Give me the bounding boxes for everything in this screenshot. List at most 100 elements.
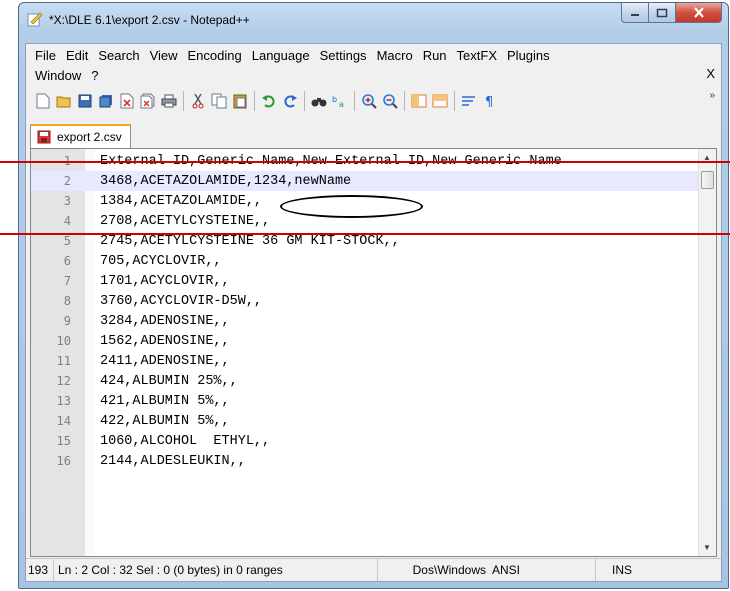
scrollbar-thumb[interactable] xyxy=(701,171,714,189)
menu-search[interactable]: Search xyxy=(93,48,144,63)
menu-edit[interactable]: Edit xyxy=(61,48,93,63)
editor-line[interactable]: 13 421,ALBUMIN 5%,, xyxy=(31,391,698,411)
find-icon[interactable] xyxy=(310,92,328,110)
title-bar[interactable]: *X:\DLE 6.1\export 2.csv - Notepad++ xyxy=(19,3,728,43)
menu-encoding[interactable]: Encoding xyxy=(183,48,247,63)
open-file-icon[interactable] xyxy=(55,92,73,110)
line-number: 3 xyxy=(63,194,71,208)
menu-help[interactable]: ? xyxy=(86,68,103,83)
line-text[interactable]: 3468,ACETAZOLAMIDE,1234,newName xyxy=(100,174,351,189)
close-document-menu-button[interactable]: X xyxy=(706,66,715,81)
menu-file[interactable]: File xyxy=(30,48,61,63)
sync-v-icon[interactable] xyxy=(410,92,428,110)
notepadpp-app-icon xyxy=(27,12,43,27)
status-position: Ln : 2 Col : 32 Sel : 0 (0 bytes) in 0 r… xyxy=(54,559,378,581)
line-text[interactable]: 424,ALBUMIN 25%,, xyxy=(100,374,238,389)
annotation-red-line-bottom xyxy=(0,233,730,235)
toolbar-separator xyxy=(304,91,305,111)
word-wrap-icon[interactable] xyxy=(460,92,478,110)
unsaved-file-icon xyxy=(37,130,51,144)
status-eol: Dos\Windows xyxy=(412,563,486,577)
editor-line[interactable]: 9 3284,ADENOSINE,, xyxy=(31,311,698,331)
line-text[interactable]: 2708,ACETYLCYSTEINE,, xyxy=(100,214,270,229)
line-text[interactable]: 3284,ADENOSINE,, xyxy=(100,314,230,329)
editor-line[interactable]: 10 1562,ADENOSINE,, xyxy=(31,331,698,351)
svg-text:b: b xyxy=(332,95,337,104)
close-window-button[interactable] xyxy=(676,3,722,23)
toolbar-separator xyxy=(454,91,455,111)
toolbar-separator xyxy=(354,91,355,111)
toolbar-separator xyxy=(254,91,255,111)
show-all-chars-icon[interactable]: ¶ xyxy=(481,92,499,110)
print-icon[interactable] xyxy=(160,92,178,110)
editor-line[interactable]: 7 1701,ACYCLOVIR,, xyxy=(31,271,698,291)
close-file-icon[interactable] xyxy=(118,92,136,110)
undo-icon[interactable] xyxy=(260,92,278,110)
close-all-icon[interactable] xyxy=(139,92,157,110)
line-number: 8 xyxy=(63,294,71,308)
line-text[interactable]: 421,ALBUMIN 5%,, xyxy=(100,394,230,409)
tab-export-2-csv[interactable]: export 2.csv xyxy=(30,124,131,148)
replace-icon[interactable]: ba xyxy=(331,92,349,110)
line-text[interactable]: 1701,ACYCLOVIR,, xyxy=(100,274,230,289)
line-number: 16 xyxy=(56,454,71,468)
zoom-in-icon[interactable] xyxy=(360,92,378,110)
tab-bar: export 2.csv xyxy=(26,122,721,148)
editor-line[interactable]: 16 2144,ALDESLEUKIN,, xyxy=(31,451,698,471)
zoom-out-icon[interactable] xyxy=(381,92,399,110)
line-text[interactable]: 1060,ALCOHOL ETHYL,, xyxy=(100,434,270,449)
line-text[interactable]: 2745,ACETYLCYSTEINE 36 GM KIT-STOCK,, xyxy=(100,234,400,249)
editor-line[interactable]: 8 3760,ACYCLOVIR-D5W,, xyxy=(31,291,698,311)
line-text[interactable]: 422,ALBUMIN 5%,, xyxy=(100,414,230,429)
menu-view[interactable]: View xyxy=(145,48,183,63)
line-number: 14 xyxy=(56,414,71,428)
editor-line[interactable]: 6 705,ACYCLOVIR,, xyxy=(31,251,698,271)
line-text[interactable]: 705,ACYCLOVIR,, xyxy=(100,254,222,269)
editor-line[interactable]: 2 3468,ACETAZOLAMIDE,1234,newName xyxy=(31,171,698,191)
line-number: 13 xyxy=(56,394,71,408)
line-number: 11 xyxy=(56,354,71,368)
menu-settings[interactable]: Settings xyxy=(315,48,372,63)
cut-icon[interactable] xyxy=(189,92,207,110)
menu-bar: File Edit Search View Encoding Language Settin… xyxy=(26,44,721,86)
line-text[interactable]: 1384,ACETAZOLAMIDE,, xyxy=(100,194,262,209)
editor-line[interactable]: 12 424,ALBUMIN 25%,, xyxy=(31,371,698,391)
editor-line[interactable]: 11 2411,ADENOSINE,, xyxy=(31,351,698,371)
maximize-button[interactable] xyxy=(649,3,676,23)
editor-line[interactable]: 15 1060,ALCOHOL ETHYL,, xyxy=(31,431,698,451)
menu-textfx[interactable]: TextFX xyxy=(452,48,502,63)
line-number: 7 xyxy=(63,274,71,288)
line-number: 6 xyxy=(63,254,71,268)
save-icon[interactable] xyxy=(76,92,94,110)
line-number: 12 xyxy=(56,374,71,388)
menu-window[interactable]: Window xyxy=(30,68,86,83)
line-text[interactable]: 2411,ADENOSINE,, xyxy=(100,354,230,369)
paste-icon[interactable] xyxy=(231,92,249,110)
menu-run[interactable]: Run xyxy=(418,48,452,63)
line-text[interactable]: 2144,ALDESLEUKIN,, xyxy=(100,454,246,469)
sync-h-icon[interactable] xyxy=(431,92,449,110)
toolbar-overflow-chevron-icon[interactable]: » xyxy=(709,90,715,101)
menu-language[interactable]: Language xyxy=(247,48,315,63)
minimize-button[interactable] xyxy=(621,3,649,23)
notepadpp-window: *X:\DLE 6.1\export 2.csv - Notepad++ Fil… xyxy=(18,2,729,589)
copy-icon[interactable] xyxy=(210,92,228,110)
line-number: 15 xyxy=(56,434,71,448)
menu-plugins[interactable]: Plugins xyxy=(502,48,555,63)
window-title: *X:\DLE 6.1\export 2.csv - Notepad++ xyxy=(49,13,250,27)
menu-macro[interactable]: Macro xyxy=(372,48,418,63)
line-text[interactable]: 1562,ADENOSINE,, xyxy=(100,334,230,349)
line-text[interactable]: 3760,ACYCLOVIR-D5W,, xyxy=(100,294,262,309)
save-all-icon[interactable] xyxy=(97,92,115,110)
toolbar: ba ¶ » xyxy=(26,86,721,116)
line-number: 10 xyxy=(56,334,71,348)
vertical-scrollbar[interactable]: ▲ ▼ xyxy=(698,149,716,556)
status-bar: 193 Ln : 2 Col : 32 Sel : 0 (0 bytes) in… xyxy=(26,558,721,581)
editor-line[interactable]: 14 422,ALBUMIN 5%,, xyxy=(31,411,698,431)
toolbar-separator xyxy=(404,91,405,111)
line-number: 9 xyxy=(63,314,71,328)
redo-icon[interactable] xyxy=(281,92,299,110)
scroll-down-arrow-icon[interactable]: ▼ xyxy=(703,543,711,552)
status-insert-mode: INS xyxy=(611,563,632,577)
new-file-icon[interactable] xyxy=(34,92,52,110)
